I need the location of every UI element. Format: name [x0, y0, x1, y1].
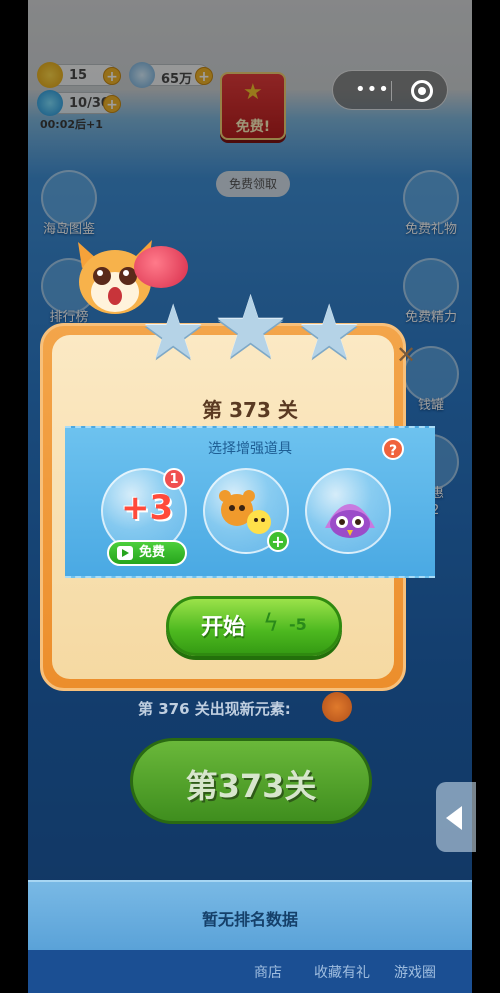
fish-icon [134, 246, 188, 288]
level-play-button[interactable]: 第373关 [130, 738, 372, 824]
booster-animal-pair[interactable]: + [203, 468, 289, 554]
ranking-panel[interactable]: 暂无排名数据 [28, 880, 472, 950]
star-icon: ★ [296, 290, 363, 376]
orange-element-icon [322, 692, 352, 722]
new-element-notice: 第 376 关出现新元素: [138, 700, 291, 718]
close-icon[interactable]: ✕ [394, 343, 418, 367]
booster-shell-owl[interactable] [305, 468, 391, 554]
add-booster-button[interactable]: + [267, 530, 289, 552]
nav-collect-gift[interactable]: 收藏有礼 [314, 962, 370, 982]
start-cost: -5 [289, 615, 307, 634]
ranking-empty-text: 暂无排名数据 [201, 910, 298, 929]
star-icon: ★ [212, 278, 290, 378]
expand-panel-arrow-icon[interactable] [436, 782, 476, 852]
watch-video-free-button[interactable]: 免费 [107, 540, 187, 566]
star-icon: ★ [140, 290, 207, 376]
bottom-nav: 商店 收藏有礼 游戏圈 [28, 950, 472, 993]
level-play-label: 第373关 [185, 767, 317, 805]
more-menu-icon[interactable]: ••• [355, 79, 390, 100]
video-play-icon [117, 546, 133, 560]
help-icon[interactable]: ? [382, 438, 404, 460]
shell-owl-icon [325, 504, 375, 538]
booster-label: 选择增强道具 [208, 441, 292, 457]
booster-count-badge: 1 [163, 468, 185, 490]
start-button[interactable]: 开始 ϟ -5 [166, 596, 342, 656]
booster-panel: 选择增强道具 ? +3 1 免费 + [65, 426, 435, 578]
capsule-divider [391, 81, 392, 101]
level-title: 第 373 关 [202, 398, 298, 422]
mini-program-capsule: ••• [332, 70, 448, 110]
nav-game-circle[interactable]: 游戏圈 [394, 962, 436, 982]
extra-moves-label: +3 [121, 488, 174, 528]
start-label: 开始 [201, 615, 246, 640]
close-program-icon[interactable] [411, 80, 433, 102]
energy-bolt-icon: ϟ [263, 609, 279, 637]
nav-shop[interactable]: 商店 [254, 962, 282, 982]
free-label: 免费 [139, 545, 166, 560]
